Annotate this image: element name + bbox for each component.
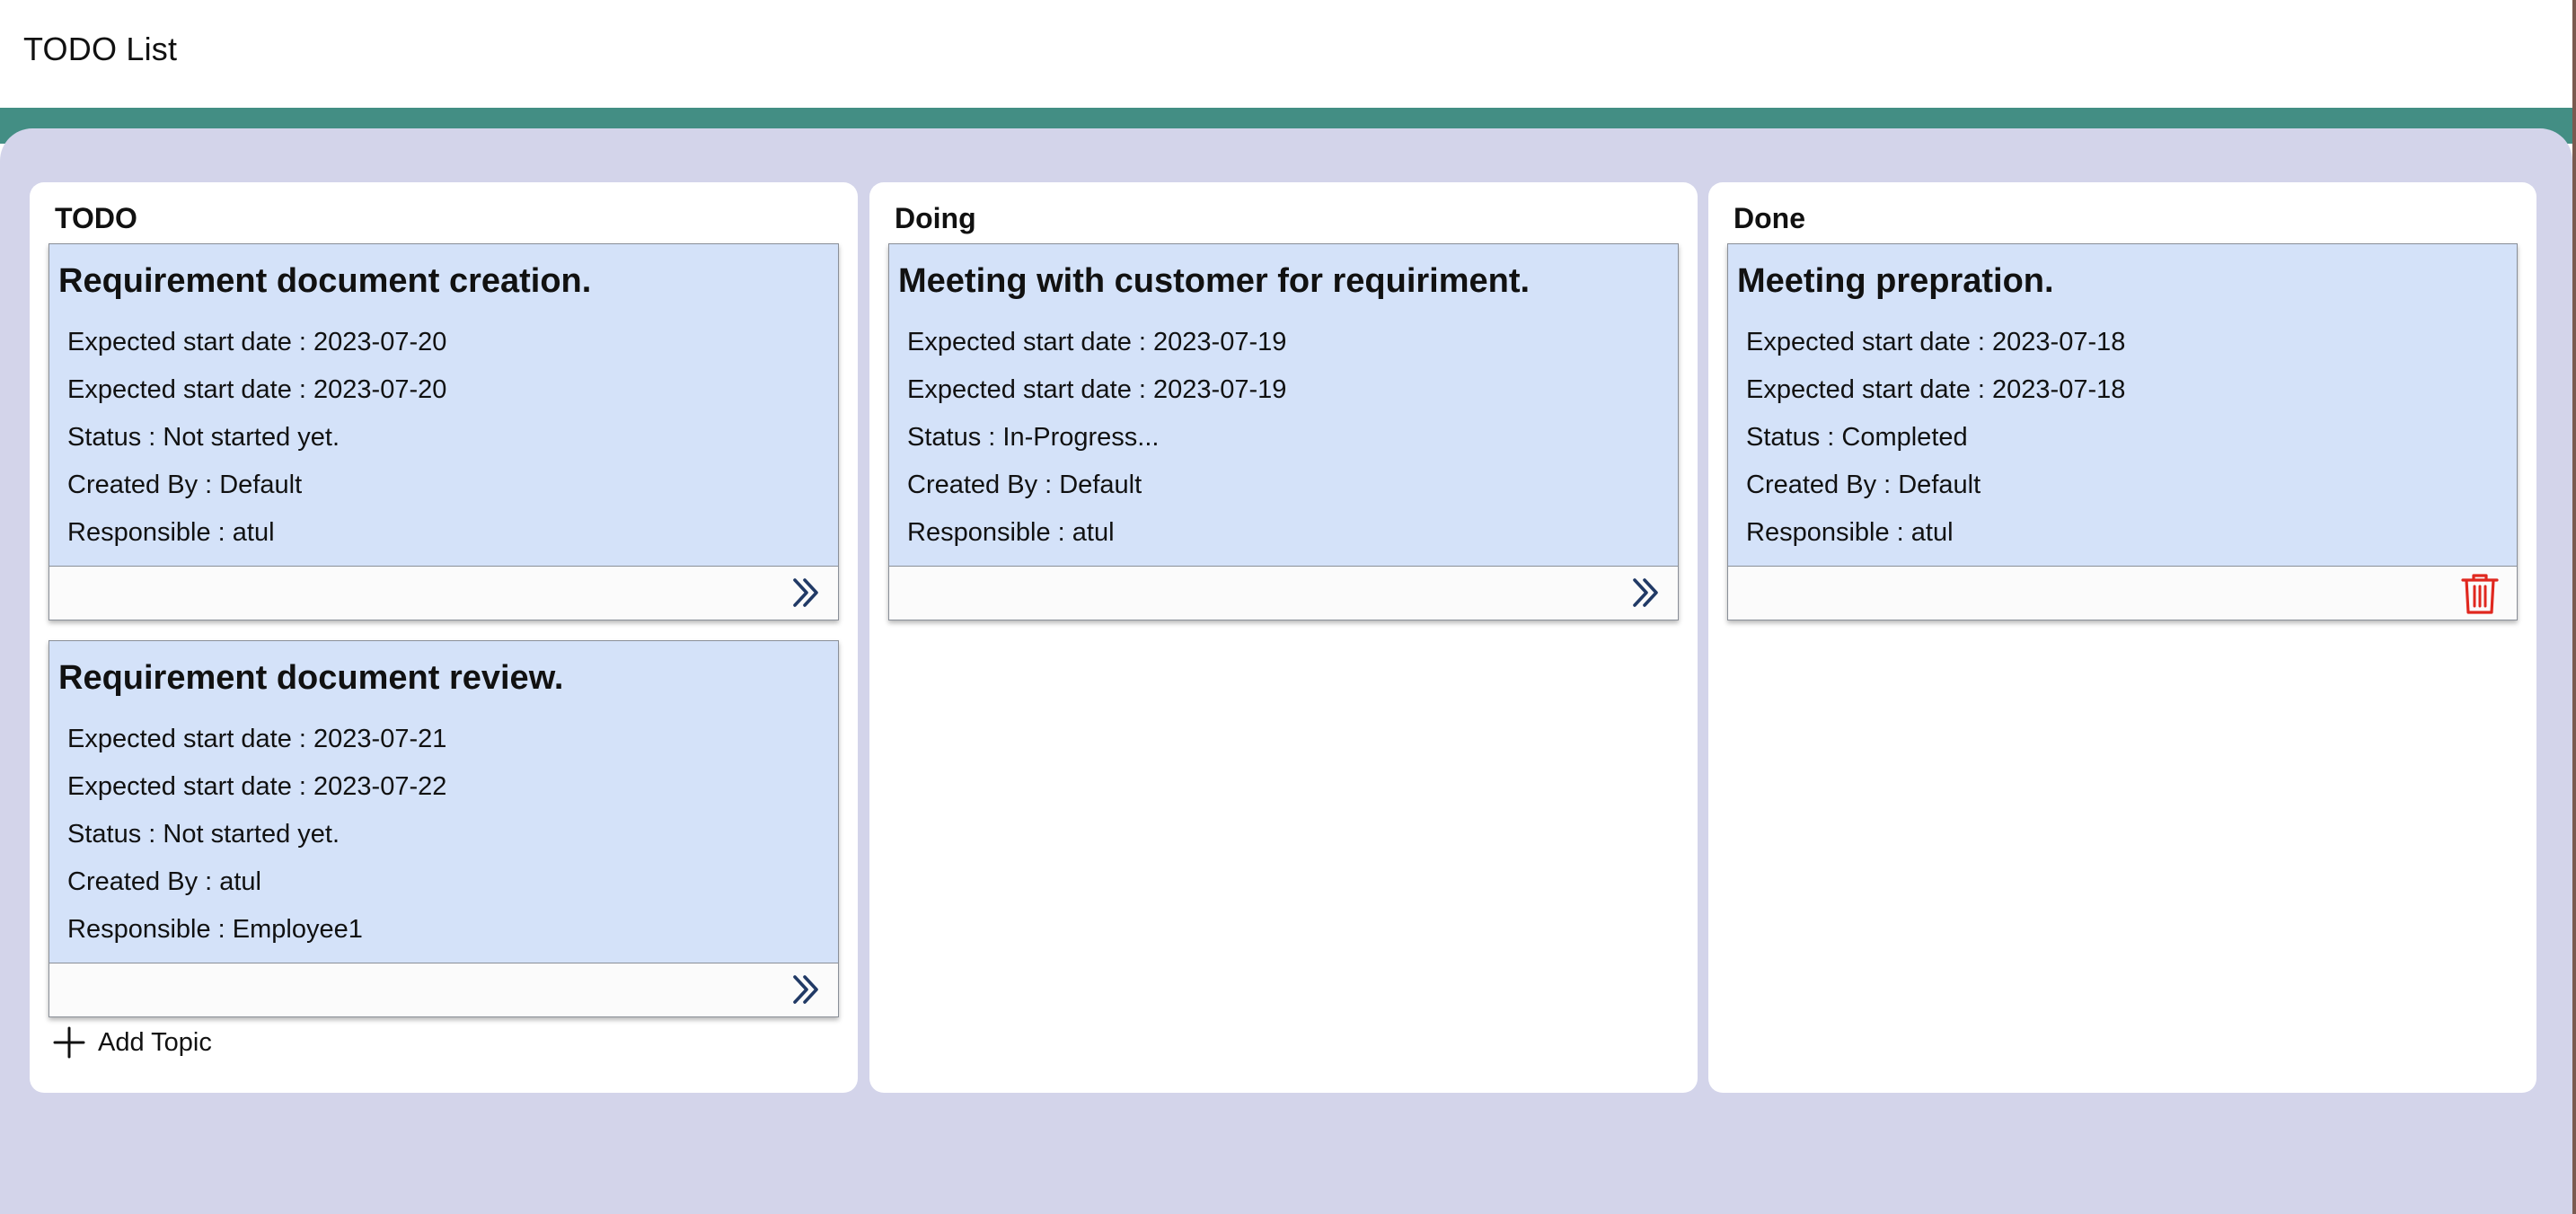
task-details: Expected start date : 2023-07-21 Expecte…: [67, 724, 446, 962]
app-title: TODO List: [23, 31, 178, 67]
column-title: Done: [1734, 202, 1805, 234]
expected-end-date: Expected start date : 2023-07-20: [67, 375, 447, 404]
task-title: Requirement document creation.: [58, 262, 592, 300]
task-details: Expected start date : 2023-07-20 Expecte…: [67, 327, 446, 565]
task-card[interactable]: Meeting with customer for requiriment. E…: [888, 243, 1679, 620]
task-title: Meeting prepration.: [1737, 262, 2054, 300]
column-title: TODO: [55, 202, 137, 234]
column-doing: Doing Meeting with customer for requirim…: [869, 182, 1698, 1093]
task-details: Expected start date : 2023-07-19 Expecte…: [907, 327, 1286, 565]
plus-icon: [53, 1026, 85, 1059]
card-footer: [1728, 566, 2517, 620]
column-done: Done Meeting prepration. Expected start …: [1708, 182, 2536, 1093]
task-created-by: Created By : Default: [907, 471, 1142, 499]
task-status: Status : Not started yet.: [67, 423, 340, 452]
expected-end-date: Expected start date : 2023-07-18: [1746, 375, 2126, 404]
expected-end-date: Expected start date : 2023-07-22: [67, 772, 447, 801]
kanban-board: TODO Requirement document creation. Expe…: [0, 128, 2572, 1214]
task-title: Requirement document review.: [58, 659, 564, 697]
expected-end-date: Expected start date : 2023-07-19: [907, 375, 1287, 404]
column-title: Doing: [895, 202, 976, 234]
task-card[interactable]: Meeting prepration. Expected start date …: [1727, 243, 2518, 620]
expected-start-date: Expected start date : 2023-07-20: [67, 328, 447, 356]
double-chevron-right-icon[interactable]: [1629, 576, 1662, 609]
task-details: Expected start date : 2023-07-18 Expecte…: [1746, 327, 2125, 565]
expected-start-date: Expected start date : 2023-07-21: [67, 725, 447, 753]
task-responsible: Responsible : Employee1: [67, 915, 363, 944]
card-footer: [889, 566, 1678, 620]
task-status: Status : In-Progress...: [907, 423, 1160, 452]
task-card[interactable]: Requirement document creation. Expected …: [49, 243, 839, 620]
task-created-by: Created By : Default: [1746, 471, 1981, 499]
trash-icon[interactable]: [2459, 572, 2501, 615]
task-status: Status : Not started yet.: [67, 820, 340, 849]
task-created-by: Created By : atul: [67, 867, 261, 896]
expected-start-date: Expected start date : 2023-07-19: [907, 328, 1287, 356]
task-card[interactable]: Requirement document review. Expected st…: [49, 640, 839, 1017]
window-edge: [2572, 0, 2576, 1214]
task-status: Status : Completed: [1746, 423, 1968, 452]
task-responsible: Responsible : atul: [1746, 518, 1954, 547]
add-topic-label: Add Topic: [98, 1027, 212, 1057]
double-chevron-right-icon[interactable]: [790, 973, 822, 1006]
task-responsible: Responsible : atul: [907, 518, 1115, 547]
task-responsible: Responsible : atul: [67, 518, 275, 547]
app-header: TODO List: [0, 0, 2569, 108]
add-topic-button[interactable]: Add Topic: [53, 1025, 212, 1060]
double-chevron-right-icon[interactable]: [790, 576, 822, 609]
task-title: Meeting with customer for requiriment.: [898, 262, 1531, 300]
card-footer: [49, 963, 838, 1016]
expected-start-date: Expected start date : 2023-07-18: [1746, 328, 2126, 356]
column-todo: TODO Requirement document creation. Expe…: [30, 182, 858, 1093]
card-footer: [49, 566, 838, 620]
task-created-by: Created By : Default: [67, 471, 303, 499]
